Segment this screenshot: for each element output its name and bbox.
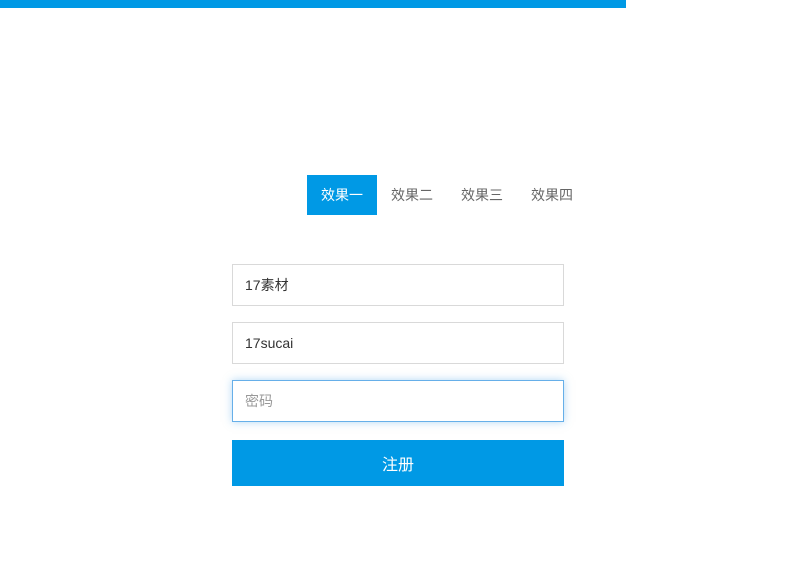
tab-label: 效果一	[321, 187, 363, 203]
password-field[interactable]	[232, 380, 564, 422]
tab-effect-4[interactable]: 效果四	[517, 175, 587, 215]
tab-label: 效果二	[391, 187, 433, 203]
top-accent-bar	[0, 0, 626, 8]
tab-effect-2[interactable]: 效果二	[377, 175, 447, 215]
register-button[interactable]: 注册	[232, 440, 564, 486]
tab-effect-1[interactable]: 效果一	[307, 175, 377, 215]
registration-form: 注册	[232, 264, 564, 486]
tab-effect-3[interactable]: 效果三	[447, 175, 517, 215]
username-field[interactable]	[232, 264, 564, 306]
tab-label: 效果三	[461, 187, 503, 203]
account-field[interactable]	[232, 322, 564, 364]
tab-label: 效果四	[531, 187, 573, 203]
tabs-nav: 效果一 效果二 效果三 效果四	[307, 175, 587, 215]
